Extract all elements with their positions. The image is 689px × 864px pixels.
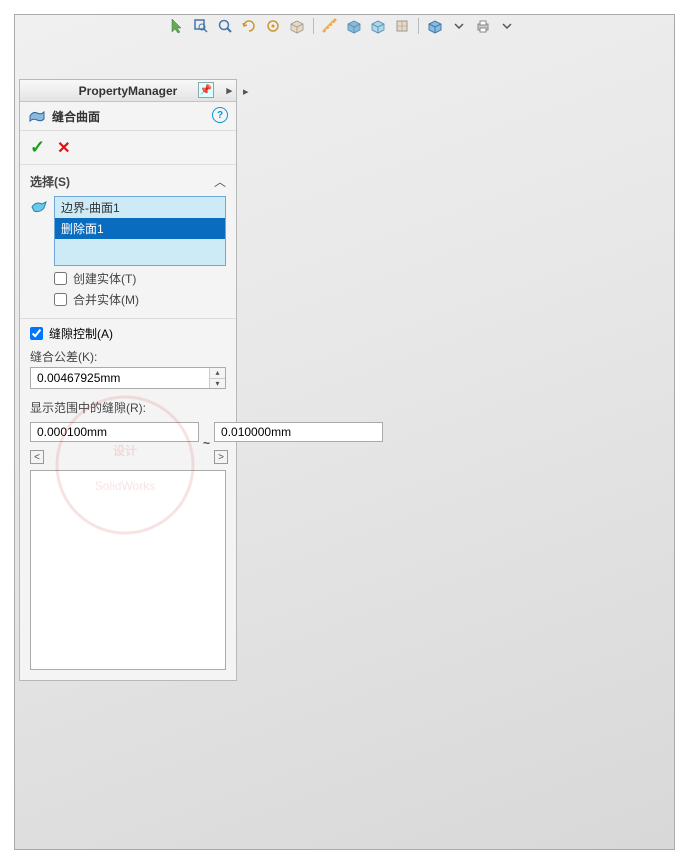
tool-pan-icon[interactable] <box>263 16 283 36</box>
gap-control-checkbox[interactable] <box>30 327 43 340</box>
feature-header: 缝合曲面 ? <box>20 102 236 131</box>
range-label: 显示范围中的缝隙(R): <box>30 397 226 418</box>
tolerance-field[interactable] <box>31 368 209 388</box>
merge-entities-label: 合并实体(M) <box>73 291 139 308</box>
tool-measure-icon[interactable] <box>320 16 340 36</box>
tool-cursor-icon[interactable] <box>167 16 187 36</box>
tolerance-label: 缝合公差(K): <box>30 346 226 367</box>
pin-button[interactable]: 📌 <box>198 82 214 98</box>
tool-print-icon[interactable] <box>473 16 493 36</box>
tool-zoom-rect-icon[interactable] <box>191 16 211 36</box>
collapse-caret-icon: ︿ <box>214 173 226 190</box>
range-max-toggle[interactable]: > <box>214 450 228 464</box>
tool-hidden-icon[interactable] <box>368 16 388 36</box>
panel-resize-arrow[interactable]: ▸ <box>243 85 249 98</box>
view-toolbar <box>165 14 654 39</box>
tool-rotate-icon[interactable] <box>239 16 259 36</box>
tolerance-input[interactable]: ▴▾ <box>30 367 226 389</box>
list-item[interactable]: 删除面1 <box>55 218 225 239</box>
panel-header: PropertyManager 📌 ▸ <box>20 80 236 102</box>
panel-title: PropertyManager <box>79 84 178 98</box>
merge-entities-checkbox[interactable] <box>54 293 67 306</box>
selection-section: 选择(S) ︿ 边界-曲面1 删除面1 创建实体(T) 合并实体(M) <box>20 164 236 318</box>
knit-surface-model <box>235 215 675 535</box>
ok-button[interactable]: ✓ <box>30 137 45 158</box>
property-manager-panel: PropertyManager 📌 ▸ 缝合曲面 ? ✓ ✕ 选择(S) ︿ <box>19 79 237 681</box>
selection-list[interactable]: 边界-曲面1 删除面1 <box>54 196 226 266</box>
knit-surface-icon <box>28 107 46 125</box>
confirm-row: ✓ ✕ <box>20 131 236 164</box>
range-separator: ~ <box>203 436 210 450</box>
tool-section-icon[interactable] <box>287 16 307 36</box>
list-item[interactable]: 边界-曲面1 <box>55 197 225 218</box>
create-solid-label: 创建实体(T) <box>73 270 136 287</box>
model-shadow <box>223 315 675 675</box>
gap-control-section: 缝隙控制(A) 缝合公差(K): ▴▾ 显示范围中的缝隙(R): < ~ <box>20 318 236 680</box>
tool-iso-icon[interactable] <box>425 16 445 36</box>
selection-title: 选择(S) <box>30 173 70 190</box>
panel-next-arrow[interactable]: ▸ <box>226 84 232 97</box>
tool-zoom-icon[interactable] <box>215 16 235 36</box>
gap-list[interactable] <box>30 470 226 670</box>
toolbar-separator <box>418 18 419 34</box>
range-max-field[interactable] <box>215 423 382 441</box>
gap-control-title: 缝隙控制(A) <box>49 325 113 342</box>
range-min-field[interactable] <box>31 423 198 441</box>
tolerance-spinner[interactable]: ▴▾ <box>209 368 225 388</box>
cancel-button[interactable]: ✕ <box>57 138 70 158</box>
selection-filter-icon[interactable] <box>30 198 48 216</box>
tool-display-icon[interactable] <box>344 16 364 36</box>
feature-title: 缝合曲面 <box>52 108 100 125</box>
range-min-input[interactable] <box>30 422 199 442</box>
toolbar-separator <box>313 18 314 34</box>
range-min-toggle[interactable]: < <box>30 450 44 464</box>
tool-dropdown-icon[interactable] <box>449 16 469 36</box>
selection-section-header[interactable]: 选择(S) ︿ <box>30 171 226 196</box>
origin-triad <box>430 445 470 485</box>
tool-appearance-icon[interactable] <box>392 16 412 36</box>
range-max-input[interactable] <box>214 422 383 442</box>
create-solid-checkbox[interactable] <box>54 272 67 285</box>
tool-dropdown2-icon[interactable] <box>497 16 517 36</box>
help-button[interactable]: ? <box>212 107 228 123</box>
